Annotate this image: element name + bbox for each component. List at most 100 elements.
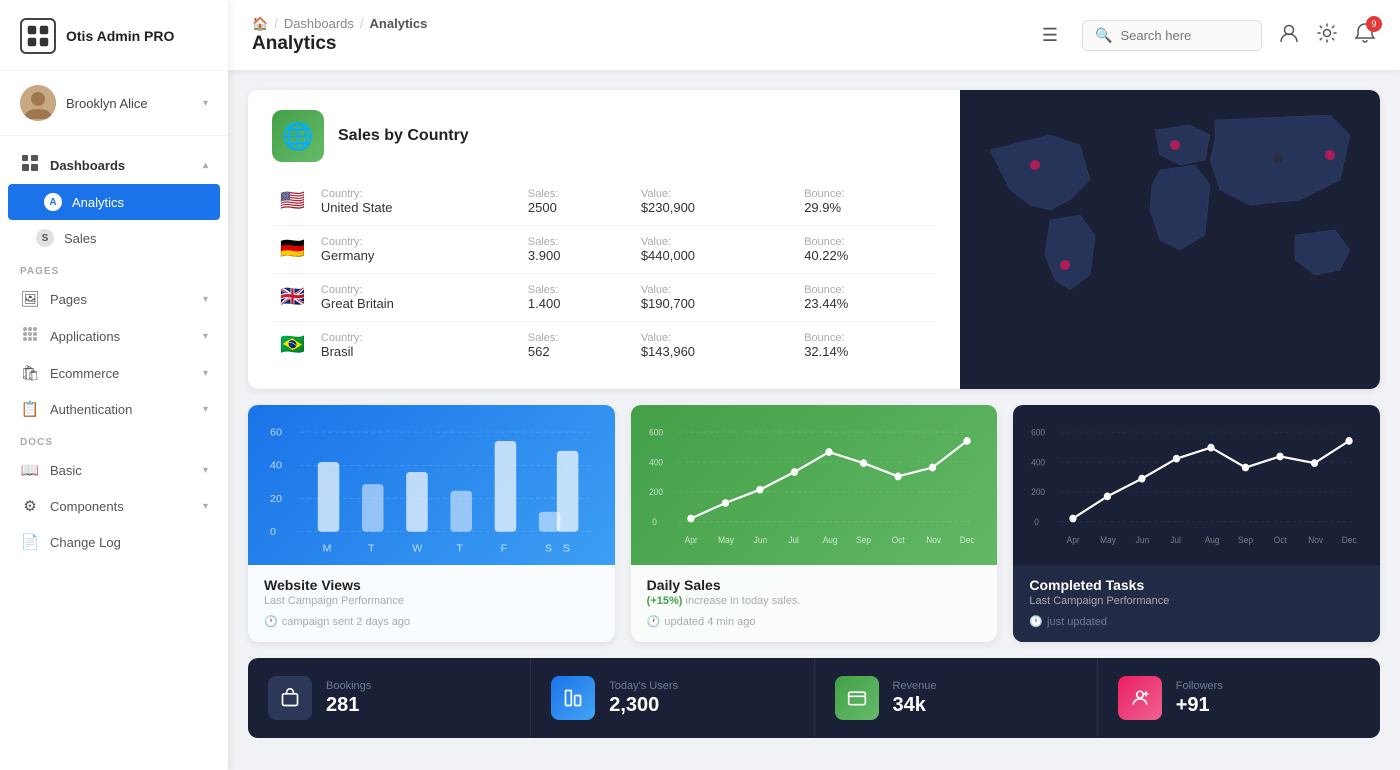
page-title: Analytics [252, 33, 1026, 55]
main-content: 🏠 / Dashboards / Analytics Analytics ☰ 🔍 [228, 0, 1400, 770]
svg-text:F: F [501, 544, 508, 555]
svg-text:0: 0 [270, 527, 276, 538]
search-icon: 🔍 [1095, 27, 1112, 44]
stat-value-bookings: 281 [326, 694, 371, 717]
svg-text:200: 200 [649, 487, 663, 497]
sidebar-item-changelog[interactable]: 📄 Change Log [0, 524, 228, 560]
website-views-card: 60 40 20 0 M T [248, 405, 615, 642]
sidebar-label-sales: Sales [64, 231, 97, 246]
sidebar-item-ecommerce[interactable]: 🛍 Ecommerce ▾ [0, 355, 228, 391]
sidebar-item-basic[interactable]: 📖 Basic ▾ [0, 452, 228, 488]
user-profile[interactable]: Brooklyn Alice ▾ [0, 71, 228, 136]
sidebar-label-authentication: Authentication [50, 402, 132, 417]
stat-bookings: Bookings 281 [248, 658, 531, 738]
sidebar-label-applications: Applications [50, 329, 120, 344]
settings-icon[interactable] [1316, 22, 1338, 49]
dashboards-chevron-icon: ▴ [203, 160, 208, 171]
components-chevron-icon: ▾ [203, 501, 208, 512]
svg-text:S: S [545, 544, 552, 555]
svg-text:0: 0 [652, 517, 657, 527]
svg-text:20: 20 [270, 494, 282, 505]
sidebar-label-basic: Basic [50, 463, 82, 478]
sidebar-label-ecommerce: Ecommerce [50, 366, 119, 381]
components-icon: ⚙ [20, 497, 40, 515]
svg-text:Apr: Apr [1067, 535, 1080, 545]
sales-icon: S [36, 229, 54, 247]
section-label-docs: DOCS [0, 427, 228, 452]
pages-icon: 🖼 [20, 290, 40, 308]
svg-text:Apr: Apr [684, 535, 697, 545]
svg-text:Aug: Aug [1205, 535, 1220, 545]
sidebar-label-components: Components [50, 499, 124, 514]
sales-title: Sales by Country [338, 127, 469, 145]
stat-icon-today-users [551, 676, 595, 720]
daily-sales-title: Daily Sales [647, 577, 982, 593]
svg-text:600: 600 [1031, 427, 1045, 437]
completed-tasks-chart: 600 400 200 0 Apr [1013, 405, 1380, 565]
svg-text:May: May [718, 535, 734, 545]
stat-value-followers: +91 [1176, 694, 1223, 717]
pages-chevron-icon: ▾ [203, 294, 208, 305]
sidebar-item-dashboards[interactable]: Dashboards ▴ [0, 146, 228, 184]
breadcrumb: 🏠 / Dashboards / Analytics [252, 16, 1026, 32]
logo-icon [20, 18, 56, 54]
search-box: 🔍 [1082, 20, 1262, 51]
website-views-title: Website Views [264, 577, 599, 593]
daily-sales-card: 600 400 200 0 [631, 405, 998, 642]
user-chevron-icon: ▾ [203, 98, 208, 109]
sales-left: 🌐 Sales by Country 🇺🇸 Country: United St… [248, 90, 960, 389]
svg-text:600: 600 [649, 427, 663, 437]
svg-text:400: 400 [1031, 457, 1045, 467]
charts-row: 60 40 20 0 M T [248, 405, 1380, 642]
svg-text:Dec: Dec [959, 535, 975, 545]
svg-text:200: 200 [1031, 487, 1045, 497]
sidebar: Otis Admin PRO Brooklyn Alice ▾ Dash [0, 0, 228, 770]
sidebar-item-pages[interactable]: 🖼 Pages ▾ [0, 281, 228, 317]
stat-label-followers: Followers [1176, 680, 1223, 692]
svg-text:Sep: Sep [856, 535, 871, 545]
svg-text:60: 60 [270, 428, 282, 439]
stat-value-revenue: 34k [893, 694, 937, 717]
applications-chevron-icon: ▾ [203, 331, 208, 342]
authentication-chevron-icon: ▾ [203, 404, 208, 415]
daily-sales-sub: (+15%) increase in today sales. [647, 595, 982, 607]
notifications-icon[interactable]: 9 [1354, 22, 1376, 49]
website-views-sub: Last Campaign Performance [264, 595, 599, 607]
sidebar-nav: Dashboards ▴ A Analytics S Sales PAGES 🖼… [0, 136, 228, 770]
website-views-footer: Website Views Last Campaign Performance … [248, 565, 615, 642]
avatar [20, 85, 56, 121]
ecommerce-icon: 🛍 [20, 364, 40, 382]
svg-text:Sep: Sep [1239, 535, 1254, 545]
sidebar-item-components[interactable]: ⚙ Components ▾ [0, 488, 228, 524]
sidebar-item-analytics[interactable]: A Analytics [8, 184, 220, 220]
stat-followers: Followers +91 [1098, 658, 1380, 738]
analytics-icon: A [44, 193, 62, 211]
completed-tasks-card: 600 400 200 0 Apr [1013, 405, 1380, 642]
stat-label-bookings: Bookings [326, 680, 371, 692]
clock-icon-3: 🕐 [1029, 615, 1043, 628]
svg-text:W: W [412, 544, 422, 555]
sidebar-label-changelog: Change Log [50, 535, 121, 550]
svg-text:400: 400 [649, 457, 663, 467]
svg-text:Dec: Dec [1342, 535, 1358, 545]
sales-header: 🌐 Sales by Country [272, 110, 936, 162]
svg-text:T: T [368, 544, 375, 555]
stat-icon-followers [1118, 676, 1162, 720]
completed-tasks-title: Completed Tasks [1029, 577, 1364, 593]
sidebar-item-sales[interactable]: S Sales [0, 220, 228, 256]
clock-icon-2: 🕐 [647, 615, 661, 628]
menu-icon[interactable]: ☰ [1042, 25, 1058, 46]
svg-text:Jul: Jul [1171, 535, 1182, 545]
search-input[interactable] [1120, 28, 1240, 43]
website-views-chart: 60 40 20 0 M T [248, 405, 615, 565]
sales-icon: 🌐 [272, 110, 324, 162]
stats-row: Bookings 281 Today's Users 2,300 Revenue… [248, 658, 1380, 738]
profile-icon[interactable] [1278, 22, 1300, 49]
basic-chevron-icon: ▾ [203, 465, 208, 476]
completed-tasks-time: 🕐 just updated [1029, 615, 1364, 628]
authentication-icon: 📋 [20, 400, 40, 418]
header-left: 🏠 / Dashboards / Analytics Analytics [252, 16, 1026, 55]
sidebar-item-applications[interactable]: Applications ▾ [0, 317, 228, 355]
sidebar-item-authentication[interactable]: 📋 Authentication ▾ [0, 391, 228, 427]
breadcrumb-current: Analytics [370, 16, 428, 31]
